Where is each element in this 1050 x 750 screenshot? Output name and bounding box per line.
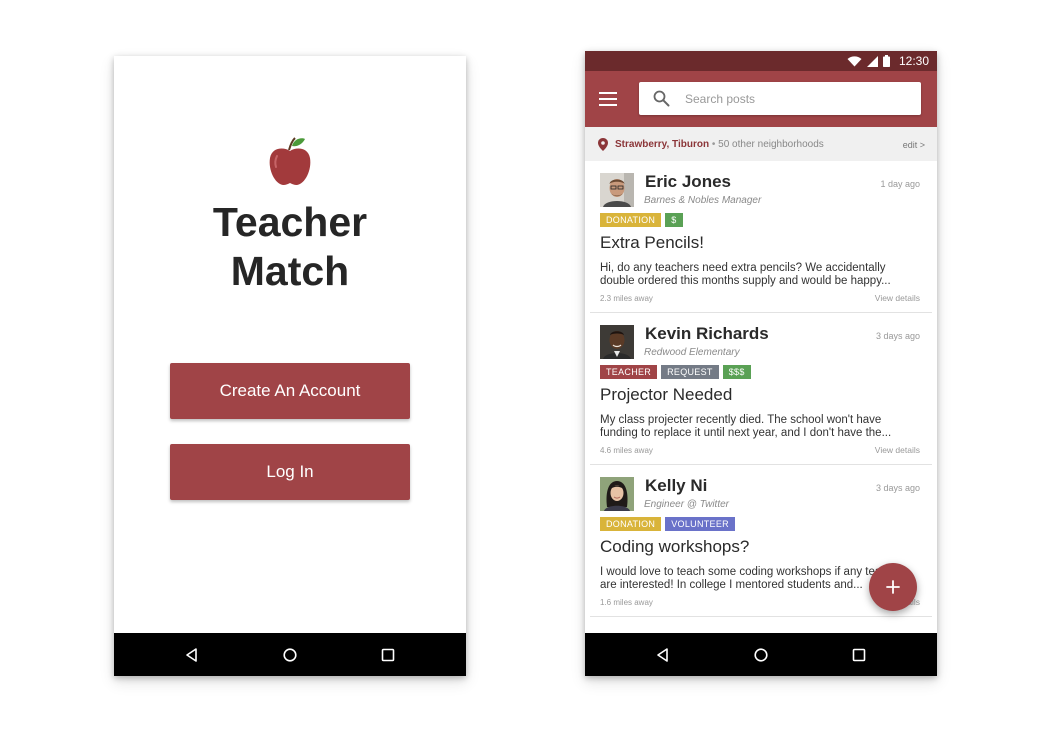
- battery-icon: [882, 55, 890, 67]
- tag-teacher: TEACHER: [600, 365, 658, 379]
- post-affiliation: Redwood Elementary: [644, 347, 740, 358]
- home-icon[interactable]: [282, 647, 298, 663]
- tag-volunteer: VOLUNTEER: [665, 517, 735, 531]
- post-distance: 4.6 miles away: [600, 446, 653, 455]
- app-title-line2: Match: [230, 248, 350, 294]
- view-details-link[interactable]: View details: [875, 293, 920, 303]
- status-bar: 12:30: [585, 51, 937, 71]
- menu-icon[interactable]: [599, 92, 617, 106]
- navigation-bar: [585, 633, 937, 676]
- apple-icon: [269, 137, 311, 185]
- wifi-icon: [847, 55, 862, 66]
- edit-location-link[interactable]: edit >: [903, 140, 925, 150]
- post-timestamp: 3 days ago: [875, 331, 920, 341]
- post-card[interactable]: Kevin Richards Redwood Elementary 3 days…: [590, 313, 932, 465]
- post-tags: TEACHER REQUEST $$$: [600, 365, 751, 379]
- post-author: Kelly Ni: [645, 476, 708, 495]
- tag-donation: DONATION: [600, 517, 662, 531]
- app-title: Teacher Match: [114, 198, 466, 296]
- post-card[interactable]: Eric Jones Barnes & Nobles Manager 1 day…: [590, 161, 932, 313]
- post-author: Kevin Richards: [645, 324, 769, 343]
- status-time: 12:30: [898, 54, 929, 68]
- tag-price: $: [665, 213, 683, 227]
- post-affiliation: Barnes & Nobles Manager: [644, 195, 762, 206]
- post-author: Eric Jones: [645, 172, 731, 191]
- app-bar: [585, 71, 937, 127]
- post-title: Projector Needed: [600, 385, 733, 404]
- post-tags: DONATION $: [600, 213, 683, 227]
- location-separator: •: [709, 139, 719, 150]
- location-primary: Strawberry, Tiburon: [615, 139, 710, 150]
- post-distance: 2.3 miles away: [600, 294, 653, 303]
- home-icon[interactable]: [753, 647, 769, 663]
- post-timestamp: 1 day ago: [880, 179, 920, 189]
- login-screen: Teacher Match Create An Account Log In: [114, 56, 466, 676]
- post-distance: 1.6 miles away: [600, 598, 653, 607]
- feed-screen: 12:30 Strawberry, Tiburon • 50 other nei…: [585, 51, 937, 676]
- post-title: Coding workshops?: [600, 537, 750, 556]
- location-pin-icon: [598, 138, 608, 151]
- tag-price: $$$: [722, 365, 751, 379]
- signal-icon: [866, 55, 878, 67]
- navigation-bar: [114, 633, 466, 676]
- back-icon[interactable]: [655, 647, 671, 663]
- avatar: [600, 173, 634, 207]
- avatar: [600, 477, 634, 511]
- post-body: My class projecter recently died. The sc…: [600, 414, 892, 439]
- new-post-button[interactable]: [869, 563, 917, 611]
- location-bar: Strawberry, Tiburon • 50 other neighborh…: [585, 127, 937, 161]
- plus-icon: [886, 580, 900, 594]
- recent-apps-icon[interactable]: [851, 647, 867, 663]
- location-secondary: 50 other neighborhoods: [718, 139, 824, 150]
- avatar: [600, 325, 634, 359]
- create-account-button[interactable]: Create An Account: [170, 363, 410, 419]
- post-title: Extra Pencils!: [600, 233, 704, 252]
- search-icon: [653, 90, 670, 107]
- post-timestamp: 3 days ago: [875, 483, 920, 493]
- post-body: I would love to teach some coding worksh…: [600, 566, 910, 591]
- tag-donation: DONATION: [600, 213, 662, 227]
- tag-request: REQUEST: [661, 365, 719, 379]
- post-tags: DONATION VOLUNTEER: [600, 517, 735, 531]
- login-button[interactable]: Log In: [170, 444, 410, 500]
- location-text: Strawberry, Tiburon • 50 other neighborh…: [615, 139, 824, 150]
- search-input[interactable]: [685, 82, 905, 115]
- post-body: Hi, do any teachers need extra pencils? …: [600, 262, 891, 287]
- post-feed: Eric Jones Barnes & Nobles Manager 1 day…: [585, 161, 937, 617]
- post-affiliation: Engineer @ Twitter: [644, 499, 729, 510]
- view-details-link[interactable]: View details: [875, 445, 920, 455]
- back-icon[interactable]: [184, 647, 200, 663]
- search-box[interactable]: [639, 82, 921, 115]
- app-title-line1: Teacher: [212, 199, 368, 245]
- recent-apps-icon[interactable]: [380, 647, 396, 663]
